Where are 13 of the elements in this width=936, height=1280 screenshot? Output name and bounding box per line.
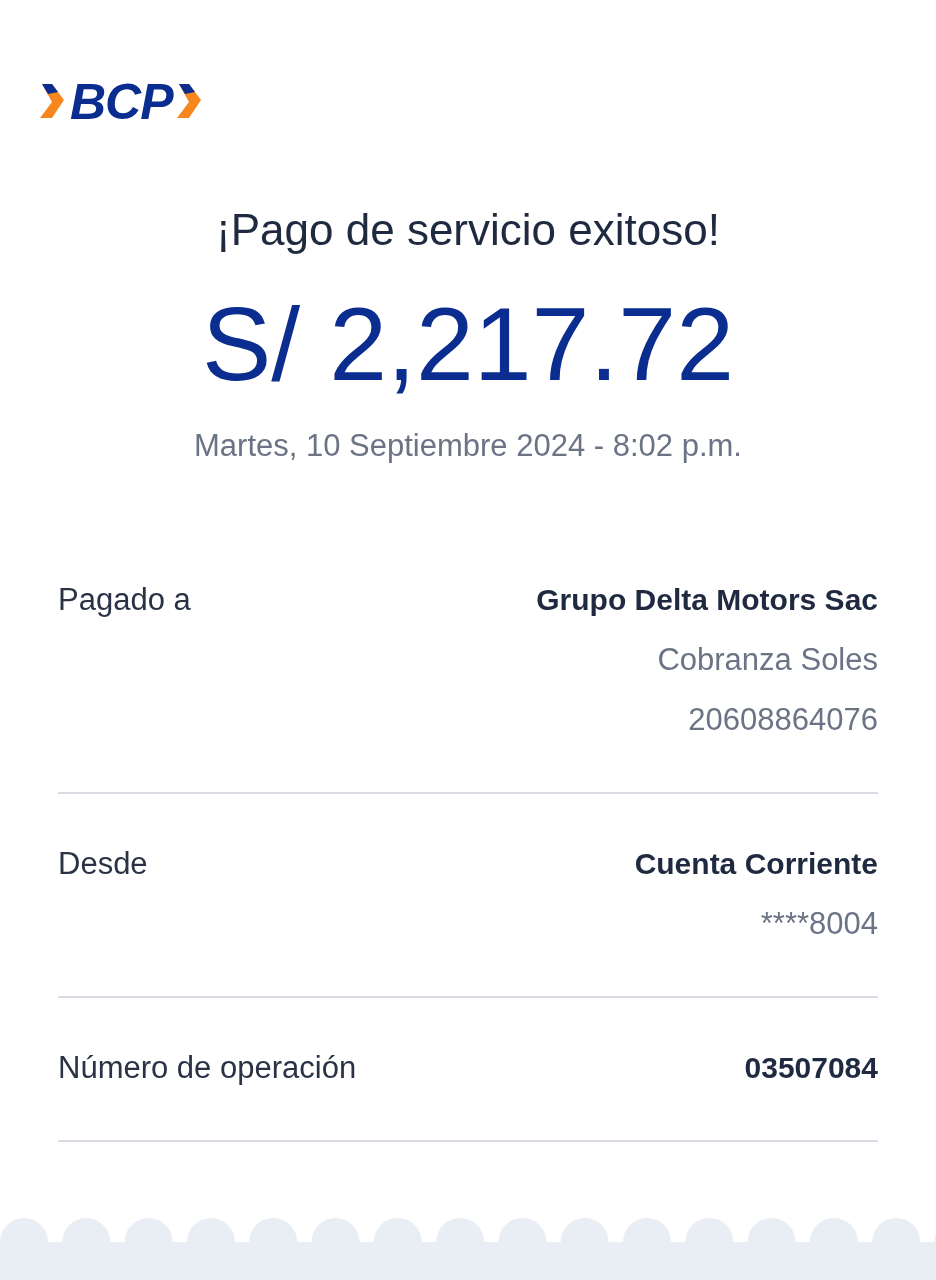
date-time: Martes, 10 Septiembre 2024 - 8:02 p.m. (193, 427, 743, 465)
detail-value: Cuenta Corriente (634, 846, 878, 882)
detail-value: 03507084 (744, 1050, 878, 1086)
detail-value: Cobranza Soles (657, 641, 878, 679)
detail-value: ****8004 (760, 905, 878, 943)
amount: S/ 2,217.72 (201, 285, 735, 404)
success-title: ¡Pago de servicio exitoso! (215, 204, 721, 256)
logo-text: BCP (70, 78, 173, 126)
detail-value: Grupo Delta Motors Sac (536, 582, 878, 618)
detail-value: 20608864076 (688, 701, 878, 739)
detail-label: Pagado a (58, 581, 191, 619)
detail-label: Número de operación (58, 1049, 357, 1087)
detail-label: Desde (58, 845, 148, 883)
